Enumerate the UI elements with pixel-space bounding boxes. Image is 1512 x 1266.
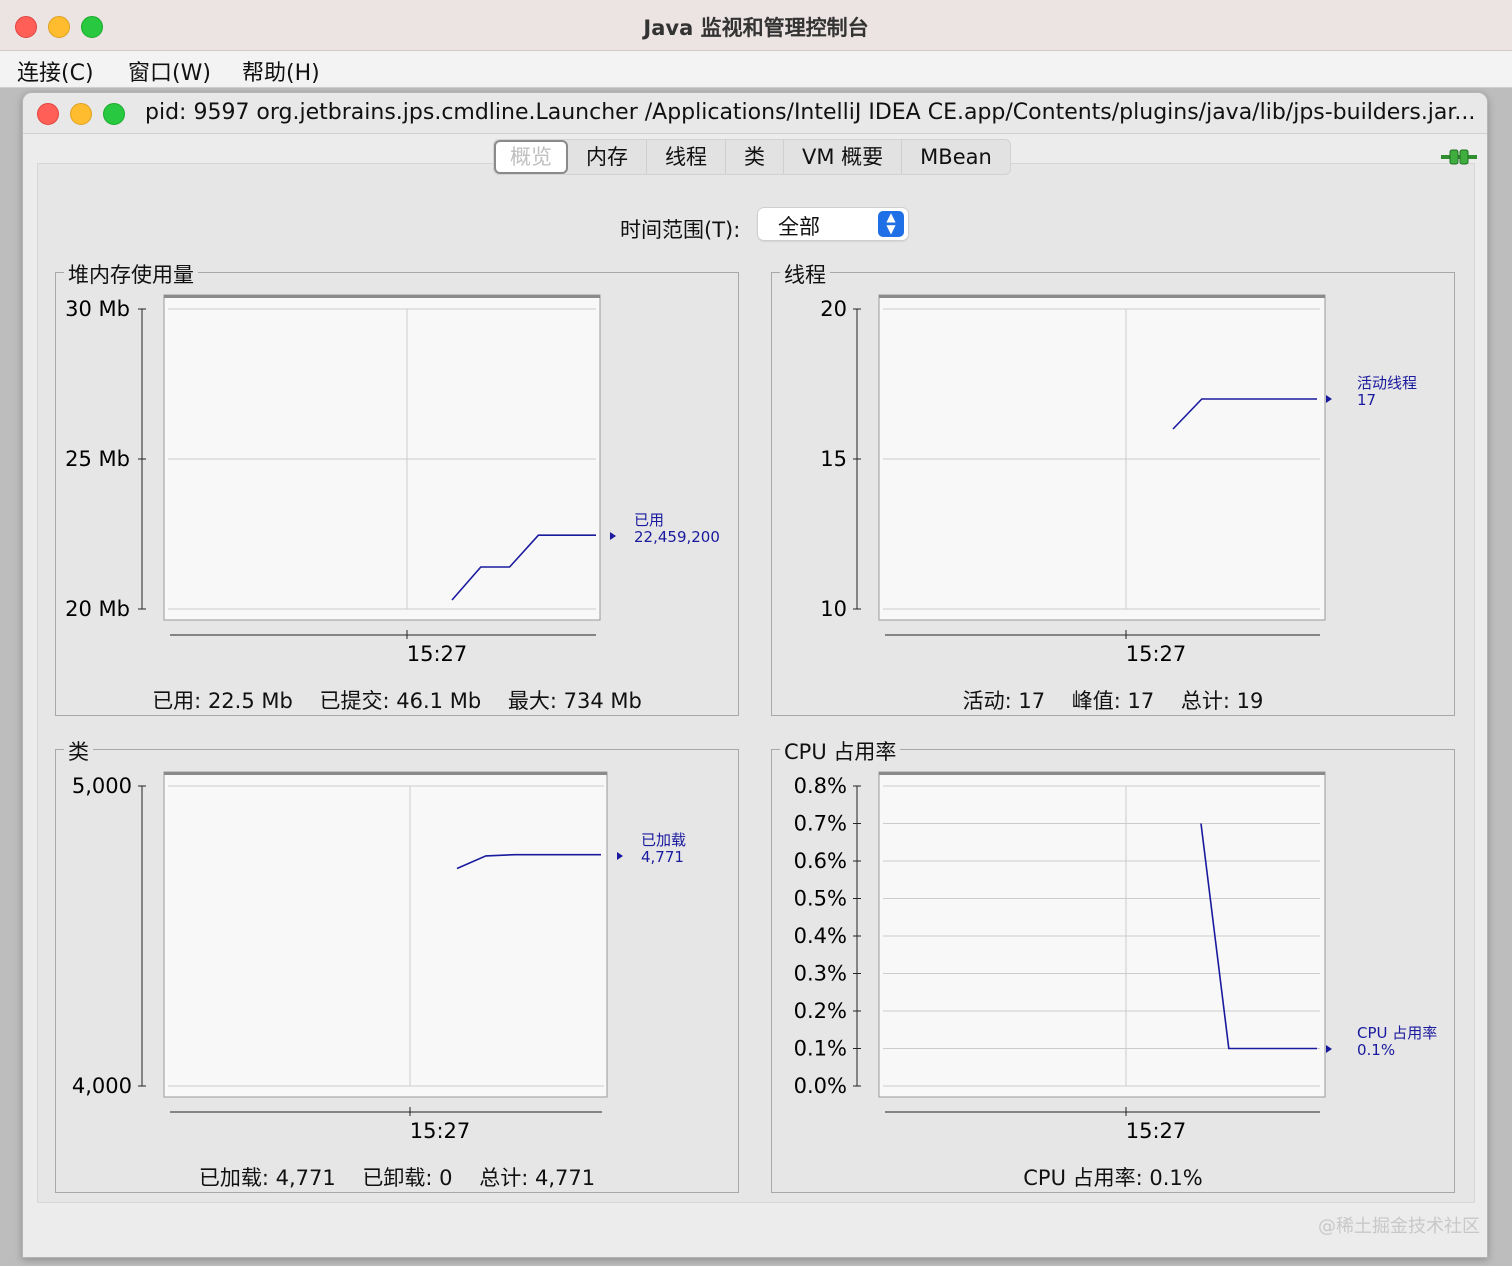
threads-legend-pointer-icon	[1326, 395, 1332, 403]
classes-plot-area	[163, 771, 608, 1098]
heap-panel: 堆内存使用量 30 Mb 25 Mb 20 Mb 15:27 已用 22,459…	[55, 259, 739, 716]
cpu-legend-label: CPU 占用率	[1357, 1024, 1437, 1042]
cpu-legend-pointer-icon	[1326, 1045, 1332, 1053]
cpu-y-tick-label: 0.1%	[794, 1037, 847, 1061]
heap-y-tick-label: 30 Mb	[65, 297, 130, 321]
maximize-connection-button[interactable]	[103, 103, 125, 125]
tab-threads[interactable]: 线程	[647, 140, 726, 174]
heap-legend-label: 已用	[634, 511, 664, 529]
updown-chevron-icon: ▲ ▼	[878, 211, 904, 237]
classes-x-tick-label: 15:27	[410, 1119, 471, 1143]
time-range-value: 全部	[778, 215, 820, 239]
classes-y-tick-label: 4,000	[72, 1074, 132, 1098]
app-title-bar: Java 监视和管理控制台	[0, 0, 1512, 51]
cpu-y-tick-label: 0.0%	[794, 1074, 847, 1098]
cpu-y-tick-label: 0.4%	[794, 924, 847, 948]
threads-y-tick-label: 15	[820, 447, 847, 471]
tab-bar: 概览 内存 线程 类 VM 概要 MBean	[493, 139, 1011, 175]
threads-legend-value: 17	[1357, 391, 1376, 409]
threads-y-tick-label: 10	[820, 597, 847, 621]
tab-classes[interactable]: 类	[726, 140, 784, 174]
overview-content: 时间范围(T): 全部 ▲▼ 堆内存使用量 30 Mb 25 Mb 20 Mb	[37, 163, 1475, 1203]
classes-legend-value: 4,771	[641, 848, 684, 866]
cpu-panel: CPU 占用率 0.8% 0.7% 0.6% 0.5% 0.4% 0.3% 0.2% 0.1%…	[771, 736, 1455, 1193]
cpu-legend-value: 0.1%	[1357, 1041, 1395, 1059]
cpu-y-tick-label: 0.7%	[794, 812, 847, 836]
classes-plot-top-border	[164, 772, 607, 775]
classes-chart: 5,000 4,000 15:27 已加载 4,771	[72, 771, 686, 1143]
threads-summary: 活动: 17 峰值: 17 总计: 19	[962, 689, 1264, 713]
heap-x-tick-label: 15:27	[407, 642, 468, 666]
tab-memory[interactable]: 内存	[568, 140, 647, 174]
cpu-x-tick-label: 15:27	[1126, 1119, 1187, 1143]
cpu-y-tick-label: 0.6%	[794, 849, 847, 873]
time-range-select[interactable]: 全部 ▲ ▼	[758, 208, 908, 240]
classes-legend-label: 已加载	[641, 831, 686, 849]
cpu-plot-top-border	[879, 772, 1325, 775]
connection-plug-icon[interactable]	[1441, 149, 1477, 165]
connection-title: pid: 9597 org.jetbrains.jps.cmdline.Laun…	[145, 100, 1476, 125]
minimize-connection-button[interactable]	[70, 103, 92, 125]
cpu-y-tick-label: 0.2%	[794, 999, 847, 1023]
time-range-label: 时间范围(T):	[620, 218, 741, 242]
heap-y-tick-label: 20 Mb	[65, 597, 130, 621]
classes-summary: 已加载: 4,771 已卸载: 0 总计: 4,771	[198, 1166, 596, 1190]
tab-mbean[interactable]: MBean	[902, 140, 1010, 174]
heap-legend-pointer-icon	[610, 532, 616, 540]
menu-help[interactable]: 帮助(H)	[242, 55, 320, 87]
cpu-y-tick-label: 0.5%	[794, 887, 847, 911]
heap-plot-area	[163, 294, 601, 621]
tab-overview[interactable]: 概览	[494, 140, 568, 174]
menu-connect[interactable]: 连接(C)	[17, 55, 94, 87]
connection-window: pid: 9597 org.jetbrains.jps.cmdline.Laun…	[22, 92, 1488, 1258]
threads-plot-top-border	[879, 295, 1325, 298]
menu-window[interactable]: 窗口(W)	[128, 55, 211, 87]
connection-title-bar: pid: 9597 org.jetbrains.jps.cmdline.Laun…	[23, 93, 1487, 134]
cpu-y-tick-label: 0.3%	[794, 962, 847, 986]
threads-chart: 20 15 10 15:27 活动线程 17	[820, 294, 1417, 666]
heap-plot-top-border	[164, 295, 600, 298]
threads-x-tick-label: 15:27	[1126, 642, 1187, 666]
classes-y-tick-label: 5,000	[72, 774, 132, 798]
menu-bar: 连接(C) 窗口(W) 帮助(H)	[0, 51, 1512, 88]
heap-summary: 已用: 22.5 Mb 已提交: 46.1 Mb 最大: 734 Mb	[152, 689, 642, 713]
cpu-y-ticks: 0.8% 0.7% 0.6% 0.5% 0.4% 0.3% 0.2% 0.1% 0.0%	[794, 774, 861, 1098]
heap-y-tick-label: 25 Mb	[65, 447, 130, 471]
threads-plot-area	[878, 294, 1326, 621]
cpu-y-tick-label: 0.8%	[794, 774, 847, 798]
classes-legend-pointer-icon	[617, 852, 623, 860]
cpu-summary: CPU 占用率: 0.1%	[1023, 1166, 1203, 1190]
tab-vm-summary[interactable]: VM 概要	[784, 140, 903, 174]
threads-panel: 线程 20 15 10 15:27 活动线程 17 活动: 17 峰值: 17 …	[771, 259, 1455, 716]
heap-legend-value: 22,459,200	[634, 528, 720, 546]
app-title: Java 监视和管理控制台	[643, 16, 869, 40]
heap-chart: 30 Mb 25 Mb 20 Mb 15:27 已用 22,459,200	[65, 294, 720, 666]
threads-y-tick-label: 20	[820, 297, 847, 321]
classes-panel: 类 5,000 4,000 15:27 已加载 4,771 已加载: 4,771…	[55, 736, 739, 1193]
threads-legend-label: 活动线程	[1357, 374, 1417, 392]
watermark: @稀土掘金技术社区	[1318, 1216, 1480, 1237]
cpu-chart: 0.8% 0.7% 0.6% 0.5% 0.4% 0.3% 0.2% 0.1% 0.0% 15:…	[794, 771, 1437, 1143]
close-connection-button[interactable]	[37, 103, 59, 125]
